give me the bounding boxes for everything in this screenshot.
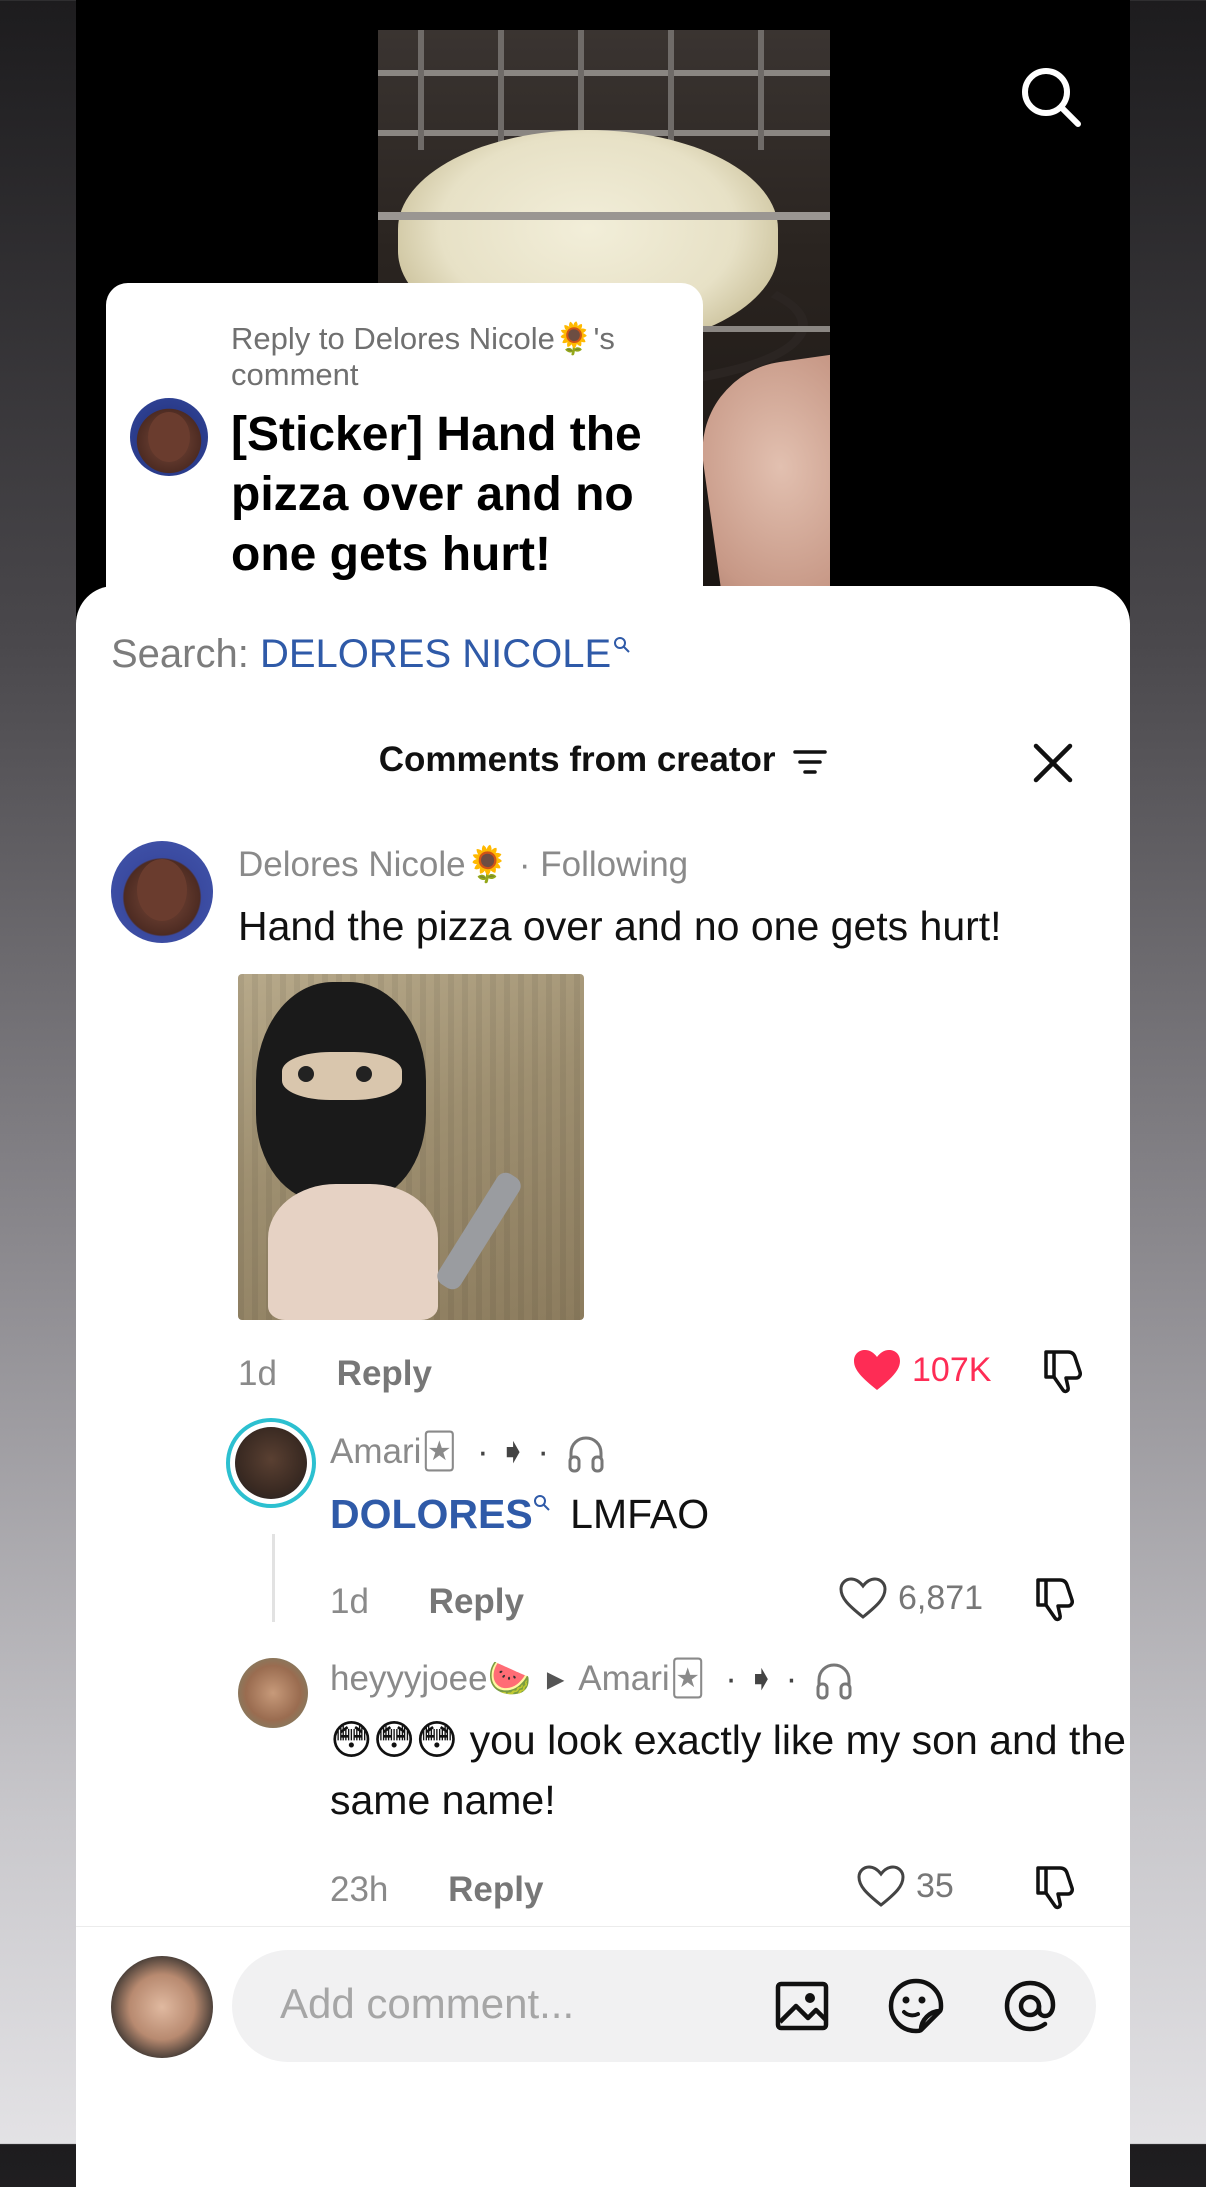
search-icon [614,637,630,653]
heart-outline-icon [839,1577,887,1619]
user-avatar[interactable] [111,1956,213,2058]
reply-arrow-icon: ▸ [546,1659,565,1698]
oven-rack-bar [418,30,424,150]
comment-time: 1d [238,1354,277,1393]
avatar[interactable] [226,1418,316,1508]
avatar[interactable] [238,1658,308,1728]
comment-time: 1d [330,1582,369,1621]
reply-text: DOLORES LMFAO [330,1484,709,1544]
following-status: · Following [518,845,689,884]
like-button[interactable]: 35 [856,1864,954,1908]
headphones-icon [816,1663,852,1700]
comment-text: Hand the pizza over and no one gets hurt… [238,903,1002,949]
comments-header[interactable]: Comments from creator [76,740,1130,780]
mention-link[interactable]: DOLORES [330,1491,533,1537]
comments-title: Comments from creator [378,740,776,779]
reply-meta: Amari🃏 · ➧ · [330,1432,607,1475]
sticker-image[interactable] [238,974,584,1320]
sticker-icon[interactable] [886,1976,946,2036]
oven-rack-bar [498,30,504,150]
reply-meta: heyyyjoee🍉 ▸ Amari🃏 · ➧ · [330,1658,855,1702]
reply-button[interactable]: Reply [448,1870,543,1909]
reply-comment-text: [Sticker] Hand the pizza over and no one… [231,408,642,581]
comment-input[interactable]: Add comment... [232,1950,1096,2062]
filter-icon[interactable] [793,748,827,776]
reply-text: 😳😳😳 you look exactly like my son and the… [330,1717,1126,1823]
heart-outline-icon [857,1865,905,1907]
reply-to-comment-card: Reply to Delores Nicole🌻's comment [Stic… [106,283,703,613]
search-term[interactable]: DELORES NICOLE [260,632,611,676]
comment-author[interactable]: Delores Nicole🌻 [238,845,509,884]
search-prefix: Search: [111,632,249,676]
like-button[interactable]: 6,871 [838,1576,983,1620]
dislike-icon[interactable] [1030,1574,1080,1624]
search-suggestion[interactable]: Search: DELORES NICOLE [111,632,631,677]
image-icon[interactable] [772,1976,832,2036]
reply-actions: 23h Reply [330,1870,543,1910]
comment-time: 23h [330,1870,389,1909]
reply-button[interactable]: Reply [337,1354,432,1393]
reply-to-user[interactable]: Amari🃏 [578,1659,705,1698]
reply-to-label: Reply to Delores Nicole🌻's comment [231,321,615,392]
comments-sheet: Search: DELORES NICOLE Comments from cre… [76,586,1130,2187]
dislike-icon[interactable] [1030,1862,1080,1912]
oven-rack-bar [668,30,674,150]
avatar [130,398,208,476]
like-count: 107K [912,1350,992,1389]
close-icon[interactable] [1032,742,1074,784]
badge-icons: · ➧ · [725,1659,798,1698]
search-icon [533,1495,550,1511]
oven-rack-bar [758,30,764,150]
comment-placeholder: Add comment... [280,1980,575,2027]
comment-author[interactable]: Amari🃏 [330,1432,457,1471]
comment-meta: Delores Nicole🌻 · Following [238,844,688,885]
reply-body: LMFAO [570,1491,710,1537]
heart-filled-icon [854,1350,900,1390]
comment-actions: 1d Reply [238,1354,432,1394]
oven-rack [378,212,830,220]
avatar[interactable] [111,841,213,943]
thread-line [272,1534,275,1622]
reply-actions: 1d Reply [330,1582,524,1622]
dislike-icon[interactable] [1038,1346,1088,1396]
reply-button[interactable]: Reply [429,1582,524,1621]
headphones-icon [568,1436,604,1473]
search-icon[interactable] [1018,64,1084,130]
badge-icons: · ➧ · [476,1432,550,1471]
comment-author[interactable]: heyyyjoee🍉 [330,1659,531,1698]
like-count: 6,871 [898,1578,984,1617]
like-count: 35 [916,1866,954,1905]
like-button[interactable]: 107K [852,1348,991,1392]
mention-icon[interactable] [1000,1976,1060,2036]
hand [690,348,830,586]
